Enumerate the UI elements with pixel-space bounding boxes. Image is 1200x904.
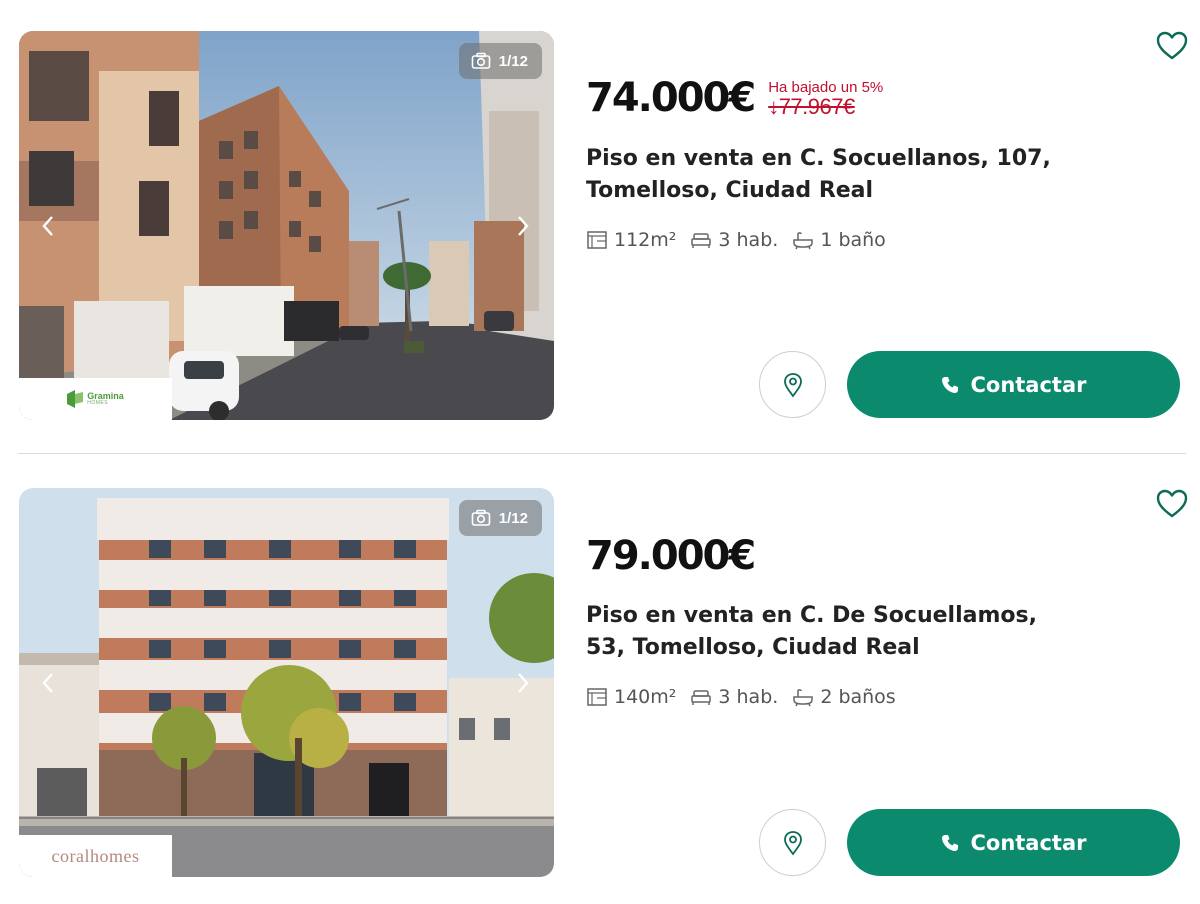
- map-pin-icon: [783, 372, 802, 398]
- listing-photo[interactable]: 1/12 Gramina HOMES: [19, 31, 554, 420]
- price-drop: Ha bajado un 5% ↓77.967€: [768, 80, 883, 119]
- gramina-logo-mark: [67, 390, 84, 408]
- price-row: 79.000€: [586, 533, 756, 579]
- favorite-button[interactable]: [1155, 488, 1189, 520]
- heart-outline-icon: [1156, 489, 1188, 518]
- camera-icon: [471, 52, 491, 69]
- listing-card: 1/12 coralhomes 79.000€ Piso en venta en…: [0, 456, 1200, 896]
- price-drop-label: Ha bajado un 5%: [768, 79, 884, 96]
- bathtub-icon: [793, 689, 814, 707]
- building-photo-image: [19, 488, 554, 877]
- phone-icon: [942, 376, 959, 393]
- photo-counter[interactable]: 1/12: [458, 43, 542, 79]
- bathtub-icon: [793, 232, 814, 250]
- agency-logo[interactable]: coralhomes: [19, 835, 172, 877]
- street-photo-image: [19, 31, 554, 420]
- photo-counter-text: 1/12: [498, 509, 528, 527]
- bed-icon: [691, 690, 712, 705]
- agency-logo-text: Gramina HOMES: [87, 391, 124, 406]
- feature-area: 112m²: [586, 229, 676, 251]
- favorite-button[interactable]: [1155, 30, 1189, 62]
- contact-button-label: Contactar: [970, 372, 1087, 397]
- photo-counter[interactable]: 1/12: [458, 500, 542, 536]
- listing-features: 140m² 3 hab. 2 baños: [586, 686, 896, 708]
- price: 79.000€: [586, 533, 756, 579]
- agency-logo[interactable]: Gramina HOMES: [19, 378, 172, 420]
- feature-area: 140m²: [586, 686, 676, 708]
- photo-next-button[interactable]: [508, 206, 538, 246]
- listing-title[interactable]: Piso en venta en C. Socuellanos, 107, To…: [586, 143, 1056, 207]
- old-price: ↓77.967€: [768, 94, 855, 119]
- listing-divider: [18, 453, 1186, 454]
- chevron-right-icon: [518, 215, 529, 236]
- feature-rooms: 3 hab.: [690, 229, 778, 251]
- photo-prev-button[interactable]: [33, 663, 63, 703]
- map-pin-icon: [783, 830, 802, 856]
- price: 74.000€: [586, 75, 756, 121]
- contact-button[interactable]: Contactar: [847, 351, 1180, 418]
- photo-counter-text: 1/12: [498, 52, 528, 70]
- feature-rooms: 3 hab.: [690, 686, 778, 708]
- listing-features: 112m² 3 hab. 1 baño: [586, 229, 886, 251]
- feature-baths: 1 baño: [792, 229, 886, 251]
- chevron-right-icon: [518, 672, 529, 693]
- phone-icon: [942, 834, 959, 851]
- floorplan-icon: [587, 231, 607, 249]
- bed-icon: [691, 233, 712, 248]
- map-button[interactable]: [759, 351, 826, 418]
- price-row: 74.000€ Ha bajado un 5% ↓77.967€: [586, 78, 883, 119]
- map-button[interactable]: [759, 809, 826, 876]
- listing-title[interactable]: Piso en venta en C. De Socuellamos, 53, …: [586, 600, 1056, 664]
- floorplan-icon: [587, 688, 607, 706]
- contact-button[interactable]: Contactar: [847, 809, 1180, 876]
- contact-button-label: Contactar: [970, 830, 1087, 855]
- feature-baths: 2 baños: [792, 686, 896, 708]
- heart-outline-icon: [1156, 31, 1188, 60]
- agency-logo-text: coralhomes: [51, 845, 140, 866]
- listing-card: 1/12 Gramina HOMES 74.000€ Ha bajado un …: [0, 0, 1200, 440]
- chevron-left-icon: [42, 672, 53, 693]
- photo-prev-button[interactable]: [33, 206, 63, 246]
- listing-photo[interactable]: 1/12 coralhomes: [19, 488, 554, 877]
- photo-next-button[interactable]: [508, 663, 538, 703]
- chevron-left-icon: [42, 215, 53, 236]
- camera-icon: [471, 509, 491, 526]
